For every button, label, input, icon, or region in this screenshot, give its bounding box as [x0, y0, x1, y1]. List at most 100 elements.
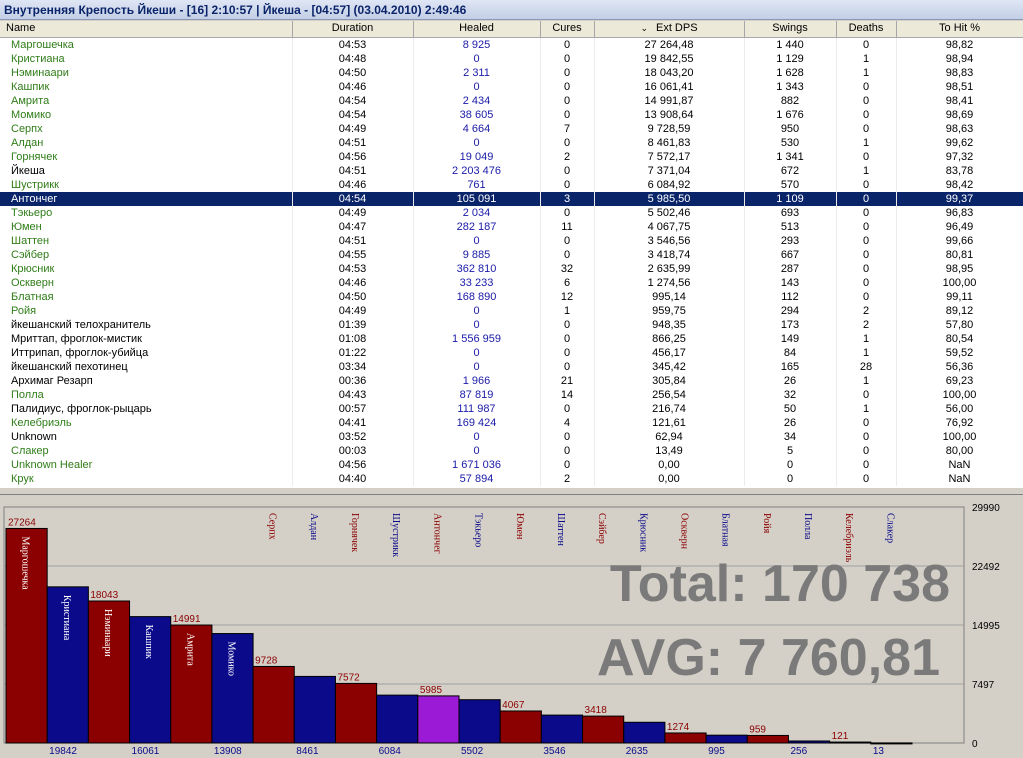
row-to-hit: 98,83: [896, 65, 1023, 80]
table-row[interactable]: Нэминаари 04:50 2 311 0 18 043,20 1 628 1 98,83: [0, 65, 1023, 80]
bar-value-label: 18043: [90, 590, 118, 601]
avg-overlay: AVG: 7 760,81: [597, 629, 940, 687]
table-row[interactable]: Ройя 04:49 0 1 959,75 294 2 89,12: [0, 303, 1023, 318]
bar-category-label: Сэйбер: [596, 513, 607, 544]
table-row[interactable]: Йкеша 04:51 2 203 476 0 7 371,04 672 1 83,78: [0, 163, 1023, 178]
row-to-hit: 98,94: [896, 51, 1023, 66]
bar-value-label: 13908: [214, 746, 242, 757]
encounter-table[interactable]: Name Duration Healed Cures ⌄ Ext DPS Swin…: [0, 21, 1023, 487]
row-name: Блатная: [0, 289, 293, 304]
row-name: Нэминаари: [0, 65, 293, 80]
row-cures: 0: [540, 457, 595, 472]
header-duration[interactable]: Duration: [292, 21, 414, 38]
row-to-hit: 99,37: [896, 191, 1023, 206]
row-ext-dps: 256,54: [594, 387, 745, 402]
bar-value-label: 5502: [461, 746, 484, 757]
bar-value-label: 14991: [173, 614, 201, 625]
table-row[interactable]: Оскверн 04:46 33 233 6 1 274,56 143 0 100,00: [0, 275, 1023, 290]
row-swings: 149: [744, 331, 837, 346]
bar-value-label: 3418: [585, 705, 608, 716]
header-swings[interactable]: Swings: [744, 21, 837, 38]
row-cures: 14: [540, 387, 595, 402]
header-healed[interactable]: Healed: [413, 21, 541, 38]
header-to-hit[interactable]: To Hit %: [896, 21, 1023, 38]
table-row[interactable]: Момико 04:54 38 605 0 13 908,64 1 676 0 98,69: [0, 107, 1023, 122]
row-swings: 50: [744, 401, 837, 416]
table-row[interactable]: Мриттап, фроглок-мистик 01:08 1 556 959 0 86…: [0, 331, 1023, 346]
table-row[interactable]: Маргошечка 04:53 8 925 0 27 264,48 1 440 0 98,8…: [0, 37, 1023, 52]
table-row[interactable]: Тэкьеро 04:49 2 034 0 5 502,46 693 0 96,83: [0, 205, 1023, 220]
table-row[interactable]: Слакер 00:03 0 0 13,49 5 0 80,00: [0, 443, 1023, 458]
bar-category-label: Амрита: [184, 633, 195, 666]
table-row[interactable]: Алдан 04:51 0 0 8 461,83 530 1 99,62: [0, 135, 1023, 150]
row-deaths: 1: [836, 331, 897, 346]
table-row[interactable]: йкешанский телохранитель 01:39 0 0 948,35 173…: [0, 317, 1023, 332]
bar: [705, 734, 748, 744]
row-to-hit: 96,83: [896, 205, 1023, 220]
row-swings: 530: [744, 135, 837, 150]
table-row[interactable]: Блатная 04:50 168 890 12 995,14 112 0 99,11: [0, 289, 1023, 304]
bar-category-label: Горнячек: [349, 513, 360, 552]
table-row[interactable]: Келебриэль 04:41 169 424 4 121,61 26 0 76,92: [0, 415, 1023, 430]
header-name[interactable]: Name: [0, 21, 293, 38]
row-ext-dps: 62,94: [594, 429, 745, 444]
table-row[interactable]: Полла 04:43 87 819 14 256,54 32 0 100,00: [0, 387, 1023, 402]
header-ext-dps[interactable]: ⌄ Ext DPS: [594, 21, 745, 38]
row-name: Архимаг Резарп: [0, 373, 293, 388]
table-row[interactable]: Палидиус, фроглок-рыцарь 00:57 111 987 0 216…: [0, 401, 1023, 416]
row-duration: 04:56: [292, 149, 414, 164]
row-deaths: 0: [836, 93, 897, 108]
table-row[interactable]: Шустрикк 04:46 761 0 6 084,92 570 0 98,42: [0, 177, 1023, 192]
table-row[interactable]: Сэйбер 04:55 9 885 0 3 418,74 667 0 80,81: [0, 247, 1023, 262]
table-row[interactable]: Крук 04:40 57 894 2 0,00 0 0 NaN: [0, 471, 1023, 486]
row-to-hit: 80,00: [896, 443, 1023, 458]
row-healed: 9 885: [413, 247, 541, 262]
header-cures[interactable]: Cures: [540, 21, 595, 38]
row-name: Юмен: [0, 219, 293, 234]
row-to-hit: 76,92: [896, 415, 1023, 430]
row-deaths: 1: [836, 345, 897, 360]
row-ext-dps: 959,75: [594, 303, 745, 318]
row-ext-dps: 995,14: [594, 289, 745, 304]
row-duration: 04:49: [292, 205, 414, 220]
table-body: Маргошечка 04:53 8 925 0 27 264,48 1 440 0 98,8…: [0, 37, 1023, 486]
panel-splitter[interactable]: [0, 487, 1023, 495]
bar-value-label: 27264: [8, 517, 36, 528]
table-row[interactable]: Амрита 04:54 2 434 0 14 991,87 882 0 98,41: [0, 93, 1023, 108]
table-row[interactable]: Иттрипап, фроглок-убийца 01:22 0 0 456,17 84 1…: [0, 345, 1023, 360]
row-duration: 01:22: [292, 345, 414, 360]
table-row[interactable]: Серпх 04:49 4 664 7 9 728,59 950 0 98,63: [0, 121, 1023, 136]
table-row[interactable]: Горнячек 04:56 19 049 2 7 572,17 1 341 0 97,32: [0, 149, 1023, 164]
row-name: Unknown Healer: [0, 457, 293, 472]
bar: [829, 741, 872, 744]
table-row[interactable]: Unknown 03:52 0 0 62,94 34 0 100,00: [0, 429, 1023, 444]
table-row[interactable]: Архимаг Резарп 00:36 1 966 21 305,84 26 1 69,23: [0, 373, 1023, 388]
row-ext-dps: 121,61: [594, 415, 745, 430]
table-row[interactable]: Unknown Healer 04:56 1 671 036 0 0,00 0 0 NaN: [0, 457, 1023, 472]
row-to-hit: 98,42: [896, 177, 1023, 192]
row-deaths: 0: [836, 121, 897, 136]
table-row[interactable]: Крюсник 04:53 362 810 32 2 635,99 287 0 98,95: [0, 261, 1023, 276]
header-ext-dps-label: Ext DPS: [655, 22, 698, 35]
table-row[interactable]: Антончег 04:54 105 091 3 5 985,50 1 109 0 99,37: [0, 191, 1023, 206]
row-deaths: 0: [836, 415, 897, 430]
row-cures: 0: [540, 37, 595, 52]
table-row[interactable]: Юмен 04:47 282 187 11 4 067,75 513 0 96,49: [0, 219, 1023, 234]
table-row[interactable]: Кристиана 04:48 0 0 19 842,55 1 129 1 98,94: [0, 51, 1023, 66]
row-cures: 0: [540, 359, 595, 374]
header-deaths[interactable]: Deaths: [836, 21, 897, 38]
row-swings: 1 676: [744, 107, 837, 122]
row-name: Шустрикк: [0, 177, 293, 192]
bar: [458, 699, 501, 744]
table-row[interactable]: йкешанский пехотинец 03:34 0 0 345,42 165 28 56…: [0, 359, 1023, 374]
row-ext-dps: 866,25: [594, 331, 745, 346]
bar-category-label: Шаттен: [555, 513, 566, 546]
row-deaths: 0: [836, 149, 897, 164]
row-healed: 1 671 036: [413, 457, 541, 472]
row-cures: 3: [540, 191, 595, 206]
row-deaths: 1: [836, 163, 897, 178]
row-ext-dps: 345,42: [594, 359, 745, 374]
table-row[interactable]: Кашпик 04:46 0 0 16 061,41 1 343 0 98,51: [0, 79, 1023, 94]
row-ext-dps: 19 842,55: [594, 51, 745, 66]
table-row[interactable]: Шаттен 04:51 0 0 3 546,56 293 0 99,66: [0, 233, 1023, 248]
